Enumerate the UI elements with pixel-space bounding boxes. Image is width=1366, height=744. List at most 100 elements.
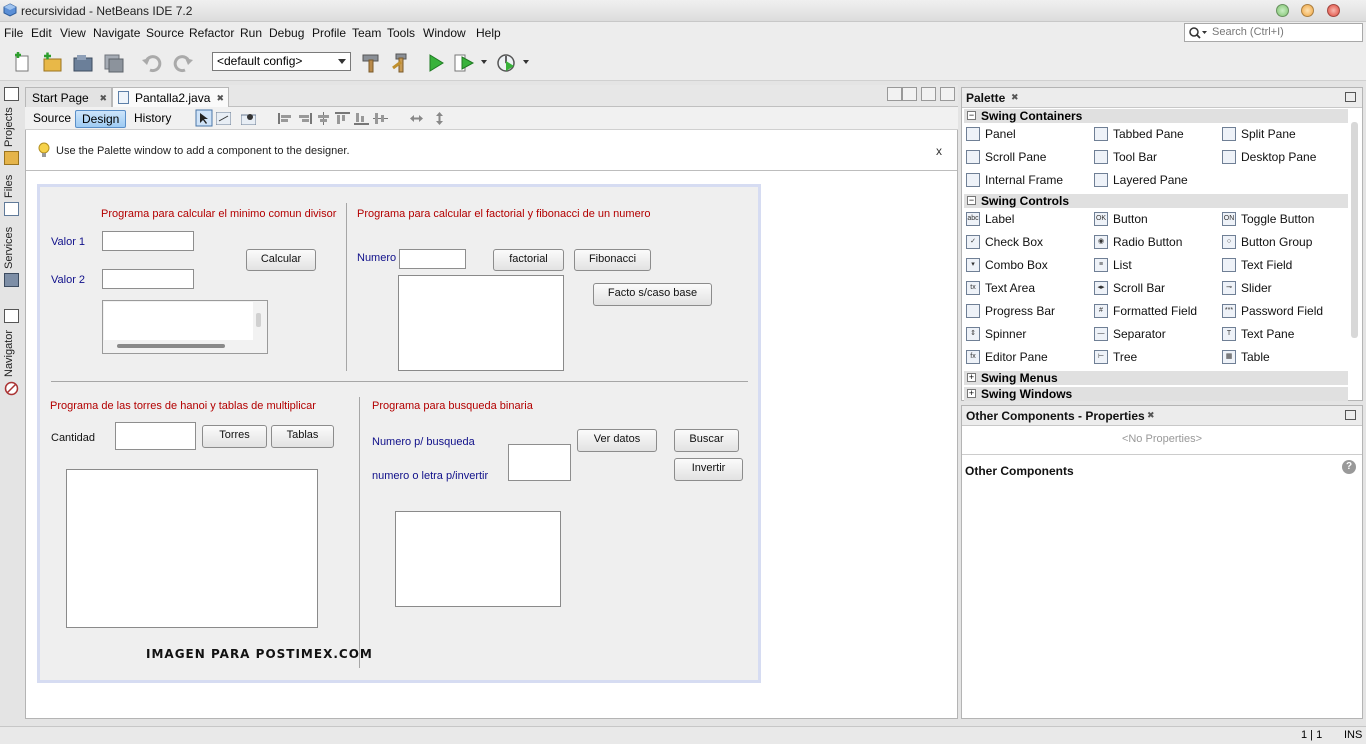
align-bottom-icon[interactable] (354, 112, 369, 125)
palette-item-label-text: Text Area (985, 281, 1036, 295)
build-hammer-icon[interactable] (360, 52, 382, 74)
menu-view[interactable]: View (60, 26, 86, 40)
fibonacci-button[interactable]: Fibonacci (574, 249, 651, 271)
menu-run[interactable]: Run (240, 26, 262, 40)
profile-dropdown-icon[interactable] (523, 60, 529, 64)
status-bar: 1 | 1 INS (0, 726, 1366, 744)
valor1-label: Valor 1 (51, 236, 86, 248)
vertical-scrollbar[interactable] (256, 313, 261, 327)
side-tab-navigator[interactable]: Navigator (3, 330, 15, 377)
horizontal-resize-icon[interactable] (409, 112, 424, 125)
combo-box-icon: ▾ (966, 258, 980, 272)
new-project-icon[interactable] (41, 52, 63, 74)
close-icon[interactable]: ✖ (99, 93, 107, 104)
side-tab-files[interactable]: Files (3, 175, 15, 198)
minimize-panel-icon[interactable] (1345, 92, 1356, 102)
history-view-button[interactable]: History (128, 110, 177, 128)
menu-file[interactable]: File (4, 26, 23, 40)
open-project-icon[interactable] (72, 52, 94, 74)
menu-refactor[interactable]: Refactor (189, 26, 234, 40)
palette-header: Palette ✖ (962, 88, 1362, 108)
save-all-icon[interactable] (103, 52, 125, 74)
connection-mode-icon[interactable] (216, 112, 231, 125)
valor1-field[interactable] (102, 231, 194, 251)
config-combo[interactable]: <default config> (212, 52, 351, 71)
menu-source[interactable]: Source (146, 26, 184, 40)
design-view-button[interactable]: Design (75, 110, 127, 128)
menu-help[interactable]: Help (476, 26, 501, 40)
tab-pantalla2-java[interactable]: Pantalla2.java ✖ (112, 87, 229, 107)
center-horizontally-icon[interactable] (316, 112, 331, 125)
minimize-panel-icon[interactable] (1345, 410, 1356, 420)
selection-mode-icon[interactable] (195, 109, 213, 127)
preview-design-icon[interactable] (241, 112, 256, 125)
debug-icon[interactable] (453, 52, 475, 74)
run-icon[interactable] (425, 52, 447, 74)
horizontal-scrollbar[interactable] (117, 344, 225, 348)
center-vertically-icon[interactable] (373, 112, 388, 125)
tablas-button[interactable]: Tablas (271, 425, 334, 448)
factorial-result-area[interactable] (398, 275, 564, 371)
minimize-button[interactable] (1276, 4, 1289, 17)
maximize-button[interactable] (1301, 4, 1314, 17)
new-file-icon[interactable] (11, 52, 33, 74)
busqueda-field[interactable] (508, 444, 571, 481)
numero-field[interactable] (399, 249, 466, 269)
tab-start-page[interactable]: Start Page ✖ (25, 87, 112, 107)
maximize-editor-icon[interactable] (940, 87, 955, 101)
menu-window[interactable]: Window (423, 26, 466, 40)
calcular-button[interactable]: Calcular (246, 249, 316, 271)
align-top-icon[interactable] (335, 112, 350, 125)
menu-tools[interactable]: Tools (387, 26, 415, 40)
buscar-button[interactable]: Buscar (674, 429, 739, 452)
facto-sin-caso-base-button[interactable]: Facto s/caso base (593, 283, 712, 306)
palette-item-label: Internal Frame (985, 173, 1064, 187)
config-combo-value: <default config> (217, 54, 303, 68)
category-swing-containers[interactable]: − Swing Containers (964, 109, 1348, 123)
side-tab-projects[interactable]: Projects (3, 107, 15, 147)
torres-button[interactable]: Torres (202, 425, 267, 448)
align-left-icon[interactable] (278, 112, 293, 125)
menu-debug[interactable]: Debug (269, 26, 304, 40)
category-swing-windows[interactable]: + Swing Windows (964, 387, 1348, 401)
mcd-result-textarea[interactable] (102, 300, 268, 354)
source-view-button[interactable]: Source (27, 110, 77, 128)
menu-team[interactable]: Team (352, 26, 381, 40)
profile-icon[interactable] (495, 52, 517, 74)
category-swing-controls[interactable]: − Swing Controls (964, 194, 1348, 208)
undo-icon[interactable] (141, 52, 163, 74)
help-icon[interactable]: ? (1342, 460, 1356, 474)
tab-pantalla2-label: Pantalla2.java (135, 91, 211, 105)
redo-icon[interactable] (172, 52, 194, 74)
properties-header: Other Components - Properties ✖ (962, 406, 1362, 426)
invertir-button[interactable]: Invertir (674, 458, 743, 481)
navigator-window-icon (4, 309, 19, 323)
clean-build-icon[interactable] (391, 52, 413, 74)
jframe-form[interactable]: Programa para calcular el minimo comun d… (37, 184, 761, 683)
close-icon[interactable]: ✖ (216, 93, 224, 104)
vertical-resize-icon[interactable] (432, 112, 447, 125)
hanoi-result-area[interactable] (66, 469, 318, 628)
close-button[interactable] (1327, 4, 1340, 17)
tab-list-dropdown-icon[interactable] (921, 87, 936, 101)
scroll-tabs-left-icon[interactable] (887, 87, 902, 101)
scroll-tabs-right-icon[interactable] (902, 87, 917, 101)
binaria-result-area[interactable] (395, 511, 561, 607)
mcd-result-textarea-content[interactable] (104, 302, 253, 340)
valor2-field[interactable] (102, 269, 194, 289)
factorial-button[interactable]: factorial (493, 249, 564, 271)
side-tab-services[interactable]: Services (3, 227, 15, 269)
cantidad-field[interactable] (115, 422, 196, 450)
align-right-icon[interactable] (297, 112, 312, 125)
menu-profile[interactable]: Profile (312, 26, 346, 40)
ver-datos-button[interactable]: Ver datos (577, 429, 657, 452)
search-input[interactable]: Search (Ctrl+I) (1184, 23, 1363, 42)
close-icon[interactable]: ✖ (1147, 410, 1155, 421)
debug-dropdown-icon[interactable] (481, 60, 487, 64)
menu-edit[interactable]: Edit (31, 26, 52, 40)
menu-navigate[interactable]: Navigate (93, 26, 140, 40)
palette-scrollbar[interactable] (1351, 122, 1358, 338)
close-icon[interactable]: ✖ (1011, 92, 1019, 103)
category-swing-menus[interactable]: + Swing Menus (964, 371, 1348, 385)
close-hint-button[interactable]: x (936, 144, 942, 158)
